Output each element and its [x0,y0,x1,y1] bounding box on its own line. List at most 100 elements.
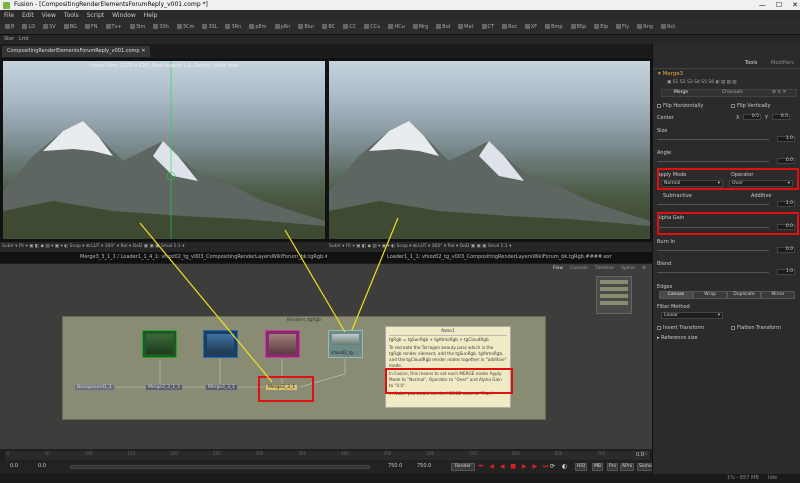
maximize-button[interactable]: ☐ [776,0,782,10]
tool-button-bg[interactable]: BG [62,22,79,33]
size-input[interactable]: 1.0 [777,136,795,142]
tool-button-sv[interactable]: SV [41,22,58,33]
flatten-transform-checkbox[interactable]: Flatten Transform [731,325,781,331]
tab-modifiers[interactable]: Modifiers [771,60,794,66]
close-tab-icon[interactable]: ✕ [141,48,145,54]
menu-view[interactable]: View [42,12,56,19]
menu-edit[interactable]: Edit [22,12,34,19]
loop-icon[interactable]: ⟳ [550,463,555,470]
prx-button[interactable]: Prx [607,463,619,471]
viewer-right-toolbar[interactable]: SubV ▾ Fit ▾ ▣ ◧ ◆ ▤ ▾ ▣ ▾ ◐ Snap ▾ ⊞ LU… [327,242,652,252]
aprx-button[interactable]: APrx [620,463,635,471]
size-slider[interactable] [657,139,769,140]
audio-icon[interactable]: ◐ [562,463,567,470]
global-start[interactable]: 0.0 [10,463,18,469]
tool-button-ld[interactable]: LD [20,22,37,33]
tool-button-rng[interactable]: Rng [635,22,655,33]
burn-in-slider[interactable] [657,250,769,251]
tool-button-bsp[interactable]: BSp [569,22,589,33]
tool-button-elp[interactable]: Elp [592,22,610,33]
tool-button-b[interactable]: B [3,22,16,33]
time-ruler[interactable]: 0 50 100 150 200 250 300 350 400 450 500… [5,451,650,460]
blend-input[interactable]: 1.0 [777,269,795,275]
flip-h-checkbox[interactable]: Flip Horizontally [657,103,703,109]
tool-button-bol[interactable]: Bol [434,22,452,33]
tool-button-rct[interactable]: Rct [659,22,677,33]
tool-button-xf[interactable]: XF [523,22,539,33]
flip-v-checkbox[interactable]: Flip Vertically [731,103,770,109]
tool-button-ccu[interactable]: CCu [362,22,382,33]
tool-button-cc[interactable]: CC [341,22,358,33]
tool-button-prn[interactable]: pRn [273,22,293,33]
tab-tools[interactable]: Tools [745,60,757,66]
filter-method-dropdown[interactable]: Linear ▾ [661,312,723,319]
tool-button-hcu[interactable]: HCu [386,22,406,33]
tool-button-3im[interactable]: 3Im [128,22,148,33]
blend-slider[interactable] [657,272,769,273]
flow-view[interactable]: Flow Console Timeline Spline ⚙ Renders_t… [0,264,652,449]
tool-button-3cm[interactable]: 3Cm [175,22,197,33]
reference-size-toggle[interactable]: ▸ Reference size [657,335,698,341]
edges-mirror[interactable]: Mirror [761,291,795,299]
subtab-merge[interactable]: Merge [674,90,688,95]
tool-lmt[interactable]: Lmt [19,36,29,42]
hiq-button[interactable]: HiQ [575,463,588,471]
angle-slider[interactable] [657,161,769,162]
tool-button-3sh[interactable]: 3Sh [151,22,171,33]
subtab-channels[interactable]: Channels [722,90,743,95]
menu-script[interactable]: Script [87,12,104,19]
render-button[interactable]: Render [451,463,476,471]
tool-button-bmp[interactable]: Bmp [543,22,564,33]
additive-input[interactable]: 1.0 [777,201,795,207]
tool-button-pem[interactable]: pEm [247,22,268,33]
tool-button-blur[interactable]: Blur [296,22,316,33]
comp-tab[interactable]: CompositingRenderElementsForumReply_v001… [2,46,151,57]
note-box[interactable]: Note1 tgRgb = tgSunRgb + tgAtmoRgb + tgC… [385,326,511,408]
menu-window[interactable]: Window [112,12,136,19]
node-merge-1[interactable]: Merge3_3_1_1 [145,384,184,391]
center-x-input[interactable]: 0.5 [743,114,761,120]
menu-file[interactable]: File [4,12,14,19]
menu-help[interactable]: Help [144,12,158,19]
invert-transform-checkbox[interactable]: Invert Transform [657,325,704,331]
tool-star[interactable]: Star [4,36,14,42]
gear-icon[interactable]: ⚙ ↻ ✕ [772,90,786,95]
viewer-right[interactable]: SubV ▾ Fit ▾ ▣ ◧ ◆ ▤ ▾ ▣ ▾ ◐ Snap ▾ ⊞ LU… [327,58,652,263]
tool-button-fn[interactable]: FN [83,22,100,33]
node-background[interactable]: Background1_1 [74,384,115,391]
viewer-left[interactable]: Frame Size: 1103 x 620, Pixel Aspect 1:1… [0,58,351,263]
mb-button[interactable]: MB [592,463,603,471]
center-y-input[interactable]: 0.5 [772,114,790,120]
tool-button-rsz[interactable]: Rsz [500,22,519,33]
subtab-bar: Merge Channels ⚙ ↻ ✕ [661,89,797,97]
tool-button-3sl[interactable]: 3SL [200,22,219,33]
global-end[interactable]: 750.0 [417,463,431,469]
additive-slider[interactable] [657,204,769,205]
render-end[interactable]: 750.0 [388,463,402,469]
burn-in-input[interactable]: 0.0 [777,247,795,253]
tool-button-mat[interactable]: Mat [456,22,475,33]
viewer-left-toolbar[interactable]: SubV ▾ Fit ▾ ▣ ◧ ◆ ▤ ▾ ▣ ▾ ◐ Snap ▾ ⊞ LU… [0,242,327,252]
tool-label: 3Cm [182,23,195,30]
node-header[interactable]: ▾ Merge3 [658,71,683,77]
tool-button-3rn[interactable]: 3Rn [223,22,243,33]
edges-duplicate[interactable]: Duplicate [727,291,761,299]
render-start[interactable]: 0.0 [38,463,46,469]
playback-controls[interactable]: ⏮ ◀ ◀ ■ ▶ ▶ ⏭ [478,463,550,471]
minimize-button[interactable]: — [759,0,766,10]
tool-button-tx[interactable]: Tx+ [104,22,124,33]
node-view-buttons[interactable]: ▣ S1 S2 S3 S4 S5 S6 ◐ ▤ ▤ ▥ [667,80,737,85]
menu-tools[interactable]: Tools [64,12,79,19]
tool-button-mrg[interactable]: Mrg [411,22,430,33]
tool-button-bc[interactable]: BC [320,22,337,33]
edges-wrap[interactable]: Wrap [693,291,727,299]
node-merge-2[interactable]: Merge3_3_1 [205,384,239,391]
edges-canvas[interactable]: Canvas [659,291,693,299]
tool-button-fly[interactable]: Fly [614,22,631,33]
close-button[interactable]: ✕ [792,0,798,10]
tool-button-ct[interactable]: CT [480,22,497,33]
additive-label: Additive [751,193,772,199]
time-slider[interactable] [70,465,370,469]
angle-input[interactable]: 0.0 [777,158,795,164]
tool-label: B [11,23,15,30]
